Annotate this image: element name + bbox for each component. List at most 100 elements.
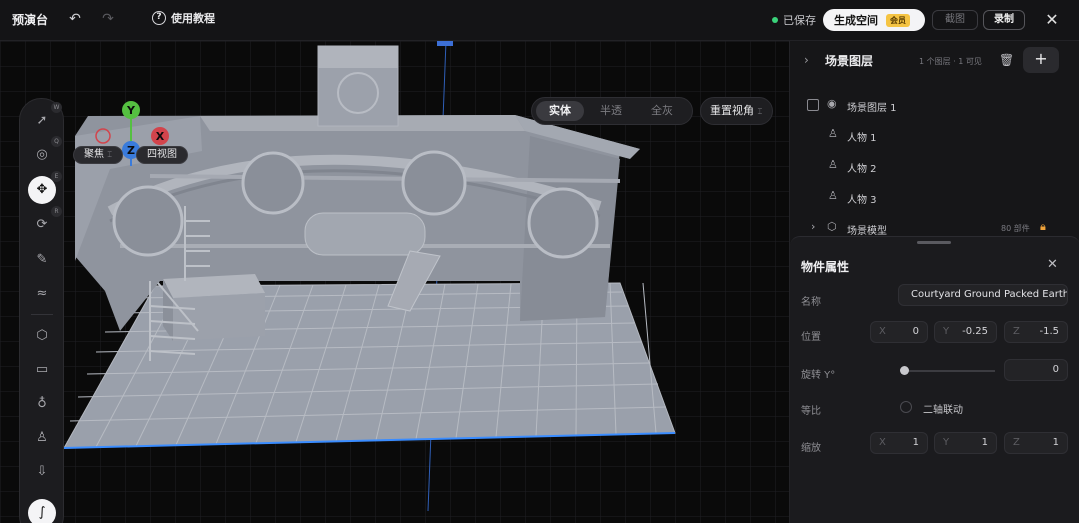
position-z-field[interactable]: Z -1.5 [1004,321,1068,343]
axis-x-label: X [879,326,886,337]
help-icon: ? [152,11,166,25]
lock-icon[interactable]: 🔒︎ [1040,220,1046,234]
layer-row-person-3[interactable]: ♙ 人物 3 [790,182,1079,212]
axis-y-label: Y [943,326,950,337]
scale-y-field[interactable]: Y 1 [934,432,997,454]
move-tool-button[interactable]: ✥ E [28,171,62,204]
model-part-count: 80 部件 [1001,224,1030,233]
layers-count: 1 个图层 · 1 可见 [919,57,982,66]
properties-title: 物件属性 [801,260,850,274]
layer-label: 场景图层 1 [847,103,897,114]
generate-space-button[interactable]: 生成空间 会员 [823,9,925,31]
rotate-tool-button[interactable]: ⟳ R [28,206,62,239]
screenshot-button[interactable]: 截图 [932,10,978,30]
position-z-value: -1.5 [1039,326,1059,337]
axis-z-label: Z [1013,326,1020,337]
reset-view-label: 重置视角 [710,104,754,117]
cube-tool-button[interactable]: ⬡ [28,322,56,350]
record-button[interactable]: 录制 [983,10,1025,30]
help-link[interactable]: ? 使用教程 [152,10,215,26]
link-axes-checkbox[interactable] [900,401,912,413]
redo-icon[interactable]: ↷ [100,11,116,27]
download-icon: ⇩ [36,464,48,479]
3d-viewport[interactable]: ➚ W ◎ Q ✥ E ⟳ R ✎ ≈ ⬡ ▭ ♁ ♙ ⇩ ∫ Y X Z 聚焦… [0,41,789,523]
pen-icon: ✎ [36,252,48,267]
layer-row-scene-layer[interactable]: ◉ 场景图层 1 [790,90,1079,120]
undo-icon[interactable]: ↶ [67,11,83,27]
vip-badge: 会员 [886,13,910,27]
orbit-tool-button[interactable]: ◎ Q [28,136,62,169]
person-icon: ♙ [36,430,48,445]
rotation-slider[interactable] [903,370,995,372]
layers-header: › 场景图层 1 个图层 · 1 可见 🗑 + [790,41,1079,81]
layer-row-person-2[interactable]: ♙ 人物 2 [790,151,1079,181]
scale-x-field[interactable]: X 1 [870,432,928,454]
path-tool-button[interactable]: ≈ [28,280,56,308]
neg-x-axis-handle[interactable] [95,128,111,144]
four-view-button[interactable]: 四视图 [136,146,188,164]
camera-tool-button[interactable]: ▭ [28,356,56,384]
route-tool-button[interactable]: ∫ [28,499,56,523]
layer-row-person-1[interactable]: ♙ 人物 1 [790,120,1079,150]
light-tool-button[interactable]: ♁ [28,390,56,418]
position-x-value: 0 [912,326,919,337]
axis-z-label: Z [1013,437,1020,448]
ratio-label: 等比 [801,406,821,417]
trash-icon[interactable]: 🗑 [999,53,1014,67]
app-title: 预演台 [12,13,49,27]
position-x-field[interactable]: X 0 [870,321,928,343]
person-icon: ♙ [828,158,838,171]
scale-z-field[interactable]: Z 1 [1004,432,1068,454]
select-shortcut-key: W [51,102,62,113]
axis-y-label: Y [943,437,950,448]
rotation-slider-knob[interactable] [900,366,909,375]
y-axis-label: Y [126,104,136,117]
drag-handle[interactable] [917,241,951,244]
generate-label: 生成空间 [834,14,878,27]
orbit-icon: ◎ [36,147,48,162]
scale-label: 缩放 [801,443,821,454]
collapse-chevron-icon[interactable]: › [804,53,809,67]
scale-y-value: 1 [981,437,988,448]
close-icon[interactable]: ✕ [1044,10,1060,29]
eye-icon[interactable]: ◉ [827,97,837,110]
rotate-shortcut-key: R [51,206,62,217]
expand-chevron-icon[interactable]: › [811,220,815,233]
position-label: 位置 [801,332,821,343]
position-y-field[interactable]: Y -0.25 [934,321,997,343]
path-icon: ≈ [36,286,48,301]
properties-panel: 物件属性 ✕ 名称 Courtyard Ground Packed Earth … [790,236,1079,523]
saved-label: 已保存 [783,14,816,27]
rotation-value: 0 [1052,364,1059,375]
reset-shortcut-icon: ⌶ [757,107,763,116]
top-bar: 预演台 ↶ ↷ ? 使用教程 已保存 生成空间 会员 截图 录制 ✕ [0,0,1079,41]
move-arrows-icon: ✥ [36,182,48,197]
name-field[interactable]: Courtyard Ground Packed Earth [898,284,1068,306]
reset-view-button[interactable]: 重置视角 ⌶ [700,97,773,125]
view-mode-grey[interactable]: 全灰 [638,101,686,121]
layer-visibility-checkbox[interactable] [807,99,819,111]
pen-tool-button[interactable]: ✎ [28,246,56,274]
import-tool-button[interactable]: ⇩ [28,458,56,486]
rotation-field[interactable]: 0 [1004,359,1068,381]
save-status: 已保存 [772,12,816,28]
view-mode-solid[interactable]: 实体 [536,101,584,121]
layer-label: 人物 3 [847,195,877,206]
layer-label: 场景模型 [847,226,887,237]
person-icon: ♙ [828,127,838,140]
name-label: 名称 [801,297,821,308]
person-tool-button[interactable]: ♙ [28,424,56,452]
select-tool-button[interactable]: ➚ W [28,102,62,135]
close-icon[interactable]: ✕ [1047,257,1058,272]
view-mode-translucent[interactable]: 半透 [587,101,635,121]
scale-x-value: 1 [912,437,919,448]
right-panel: › 场景图层 1 个图层 · 1 可见 🗑 + ◉ 场景图层 1 ♙ 人物 1 … [789,41,1079,523]
scale-z-value: 1 [1052,437,1059,448]
layer-label: 人物 1 [847,133,877,144]
tool-divider [31,314,53,315]
focus-button[interactable]: 聚焦 ⌶ [73,146,123,164]
lightbulb-icon: ♁ [37,396,47,411]
move-shortcut-key: E [51,171,62,182]
rotate-icon: ⟳ [36,217,48,232]
add-layer-button[interactable]: + [1023,47,1059,73]
